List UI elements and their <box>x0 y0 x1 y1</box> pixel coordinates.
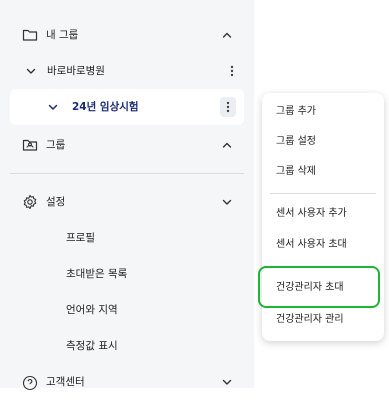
sidebar-item-settings[interactable]: 설정 <box>0 184 254 220</box>
settings-item-label: 언어와 지역 <box>66 304 118 316</box>
folder-icon <box>22 28 38 42</box>
chevron-down-icon[interactable] <box>220 195 234 209</box>
chevron-down-icon[interactable] <box>46 100 60 114</box>
settings-item-language-region[interactable]: 언어와 지역 <box>0 292 254 328</box>
sidebar-item-label: 바로바로병원 <box>47 65 105 77</box>
menu-item-delete-group[interactable]: 그룹 삭제 <box>276 165 316 179</box>
chevron-down-icon[interactable] <box>220 375 234 389</box>
sidebar-item-my-groups[interactable]: 내 그룹 <box>0 17 254 53</box>
menu-divider <box>270 193 376 194</box>
chevron-up-icon[interactable] <box>220 28 234 42</box>
settings-item-label: 초대받은 목록 <box>66 268 128 280</box>
sidebar-item-label: 설정 <box>46 196 66 208</box>
settings-item-profile[interactable]: 프로필 <box>0 220 254 256</box>
settings-item-measurement-display[interactable]: 측정값 표시 <box>0 328 254 364</box>
menu-item-invite-sensor-user[interactable]: 센서 사용자 초대 <box>276 238 347 252</box>
settings-item-invitations[interactable]: 초대받은 목록 <box>0 256 254 292</box>
settings-item-label: 측정값 표시 <box>66 340 118 352</box>
menu-item-add-sensor-user[interactable]: 센서 사용자 추가 <box>276 207 347 221</box>
sidebar-item-hospital[interactable]: 바로바로병원 <box>0 53 254 89</box>
sidebar-item-support[interactable]: 고객센터 <box>0 366 254 402</box>
menu-item-add-group[interactable]: 그룹 추가 <box>276 105 316 119</box>
gear-icon <box>22 194 38 210</box>
menu-item-manage-health-manager[interactable]: 건강관리자 관리 <box>276 313 344 327</box>
more-vertical-icon[interactable] <box>228 63 236 79</box>
sidebar-item-label: 24년 임상시험 <box>72 101 139 113</box>
shared-folder-icon <box>22 138 38 152</box>
sidebar-item-groups[interactable]: 그룹 <box>0 127 254 163</box>
sidebar-item-trial[interactable]: 24년 임상시험 <box>10 89 244 125</box>
highlight-outline <box>258 266 380 308</box>
sidebar-item-label: 고객센터 <box>46 376 85 388</box>
settings-item-label: 프로필 <box>66 232 95 244</box>
help-circle-icon <box>22 375 38 391</box>
chevron-up-icon[interactable] <box>220 138 234 152</box>
more-vertical-icon[interactable] <box>220 97 236 117</box>
sidebar-item-label: 내 그룹 <box>46 29 79 41</box>
chevron-down-icon[interactable] <box>24 64 38 78</box>
sidebar-divider <box>10 173 244 174</box>
sidebar: 내 그룹 바로바로병원 24년 임상시험 그룹 설정 프로필 초대받은 목록 언… <box>0 0 254 391</box>
sidebar-item-label: 그룹 <box>46 139 66 151</box>
menu-item-group-settings[interactable]: 그룹 설정 <box>276 135 316 149</box>
